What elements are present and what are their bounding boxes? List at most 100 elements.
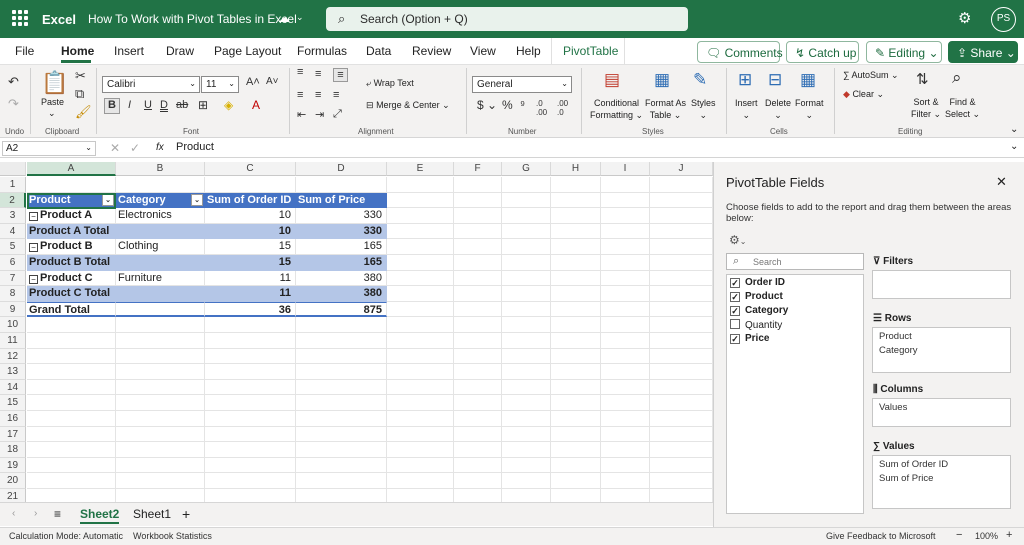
- column-header-A[interactable]: A: [27, 162, 116, 176]
- tab-help[interactable]: Help: [516, 44, 541, 58]
- tab-pivottable[interactable]: PivotTable: [563, 44, 618, 58]
- avatar[interactable]: PS: [991, 7, 1016, 32]
- cell[interactable]: [387, 177, 454, 193]
- cell[interactable]: [296, 395, 387, 411]
- ribbon-expand-icon[interactable]: ⌄: [1010, 124, 1018, 135]
- sort-filter-button[interactable]: Sort & Filter ⌄: [911, 96, 941, 120]
- cell[interactable]: [551, 379, 601, 396]
- cell[interactable]: [650, 457, 713, 474]
- row-header-13[interactable]: 13: [0, 364, 26, 380]
- cell[interactable]: [296, 348, 387, 365]
- cell[interactable]: [27, 364, 116, 380]
- pivot-category-cell[interactable]: [116, 286, 205, 302]
- cell[interactable]: [601, 348, 650, 365]
- column-header-D[interactable]: D: [296, 162, 387, 176]
- cell[interactable]: [296, 473, 387, 489]
- cell[interactable]: [601, 208, 650, 224]
- cell[interactable]: [296, 411, 387, 427]
- align-top-icon[interactable]: ≡: [297, 67, 303, 78]
- cell[interactable]: [454, 239, 502, 255]
- calc-mode[interactable]: Calculation Mode: Automatic: [9, 531, 123, 541]
- column-header-J[interactable]: J: [650, 162, 713, 176]
- cell[interactable]: [551, 255, 601, 271]
- cell[interactable]: [551, 411, 601, 427]
- collapse-icon[interactable]: −: [29, 212, 38, 222]
- cell[interactable]: [454, 177, 502, 193]
- cell[interactable]: [502, 239, 551, 255]
- cell[interactable]: [116, 379, 205, 396]
- cell[interactable]: [650, 426, 713, 443]
- feedback-link[interactable]: Give Feedback to Microsoft: [826, 531, 936, 541]
- cell[interactable]: [27, 379, 116, 396]
- pivot-value-cell[interactable]: 10: [205, 208, 296, 224]
- cell[interactable]: [502, 177, 551, 193]
- gear-icon[interactable]: ⚙⌄: [729, 233, 746, 247]
- pivot-value-cell[interactable]: 165: [296, 239, 387, 255]
- autosave-icon[interactable]: ☁: [278, 11, 290, 25]
- pivot-category-cell[interactable]: [116, 255, 205, 271]
- cell[interactable]: [502, 192, 551, 209]
- cell[interactable]: [296, 442, 387, 458]
- cell[interactable]: [296, 379, 387, 396]
- cell[interactable]: [601, 426, 650, 443]
- cell[interactable]: [551, 239, 601, 255]
- pivot-value-cell[interactable]: 380: [296, 270, 387, 287]
- cell[interactable]: [116, 457, 205, 474]
- cell[interactable]: [27, 473, 116, 489]
- next-sheet-icon[interactable]: ›: [34, 508, 37, 519]
- format-as-table-icon[interactable]: ▦: [654, 70, 670, 90]
- tab-draw[interactable]: Draw: [166, 44, 194, 58]
- cell[interactable]: [502, 317, 551, 333]
- cell[interactable]: [116, 442, 205, 458]
- checkbox[interactable]: ✓: [730, 278, 740, 288]
- undo-icon[interactable]: ↶: [8, 74, 19, 90]
- cell[interactable]: [387, 442, 454, 458]
- cell[interactable]: [27, 348, 116, 365]
- pivot-header-cell[interactable]: Category ⌄: [116, 192, 205, 209]
- pivot-row-label[interactable]: Grand Total: [27, 301, 116, 318]
- cell[interactable]: [387, 208, 454, 224]
- app-launcher-icon[interactable]: [12, 10, 28, 26]
- pivot-value-cell[interactable]: 11: [205, 270, 296, 287]
- cell[interactable]: [551, 395, 601, 411]
- editing-mode-button[interactable]: ✎ Editing ⌄: [866, 41, 942, 63]
- cell[interactable]: [601, 379, 650, 396]
- cell[interactable]: [27, 457, 116, 474]
- row-header-2[interactable]: 2: [0, 192, 26, 209]
- cell[interactable]: [116, 364, 205, 380]
- pivot-row-label[interactable]: − Product B: [27, 239, 116, 255]
- column-header-H[interactable]: H: [551, 162, 601, 176]
- cell[interactable]: [601, 255, 650, 271]
- cell[interactable]: [454, 270, 502, 287]
- autosum-button[interactable]: ∑ AutoSum ⌄: [843, 70, 899, 81]
- cell[interactable]: [454, 255, 502, 271]
- cell[interactable]: [650, 411, 713, 427]
- row-header-16[interactable]: 16: [0, 411, 26, 427]
- pivot-header-cell[interactable]: Sum of Order ID: [205, 192, 296, 209]
- cell[interactable]: [551, 473, 601, 489]
- filter-dropdown-icon[interactable]: ⌄: [191, 193, 203, 206]
- cell[interactable]: [27, 177, 116, 193]
- comments-button[interactable]: 🗨 Comments: [697, 41, 783, 63]
- collapse-icon[interactable]: −: [29, 274, 38, 284]
- cell[interactable]: [116, 333, 205, 349]
- cell[interactable]: [454, 348, 502, 365]
- tab-review[interactable]: Review: [412, 44, 451, 58]
- insert-button[interactable]: Insert ⌄: [735, 97, 758, 121]
- cell[interactable]: [551, 192, 601, 209]
- tab-home[interactable]: Home: [61, 44, 94, 58]
- cell[interactable]: [650, 177, 713, 193]
- catch-up-button[interactable]: ↯ Catch up: [786, 41, 859, 63]
- cell[interactable]: [650, 317, 713, 333]
- percent-icon[interactable]: %: [502, 98, 513, 112]
- cell[interactable]: [502, 379, 551, 396]
- pivot-value-cell[interactable]: 330: [296, 208, 387, 224]
- cell[interactable]: [387, 473, 454, 489]
- cell[interactable]: [205, 473, 296, 489]
- cell[interactable]: [551, 301, 601, 318]
- pivot-header-cell[interactable]: Product ⌄: [27, 192, 116, 209]
- column-header-E[interactable]: E: [387, 162, 454, 176]
- cell[interactable]: [454, 317, 502, 333]
- cell[interactable]: [205, 364, 296, 380]
- tab-page-layout[interactable]: Page Layout: [214, 44, 281, 58]
